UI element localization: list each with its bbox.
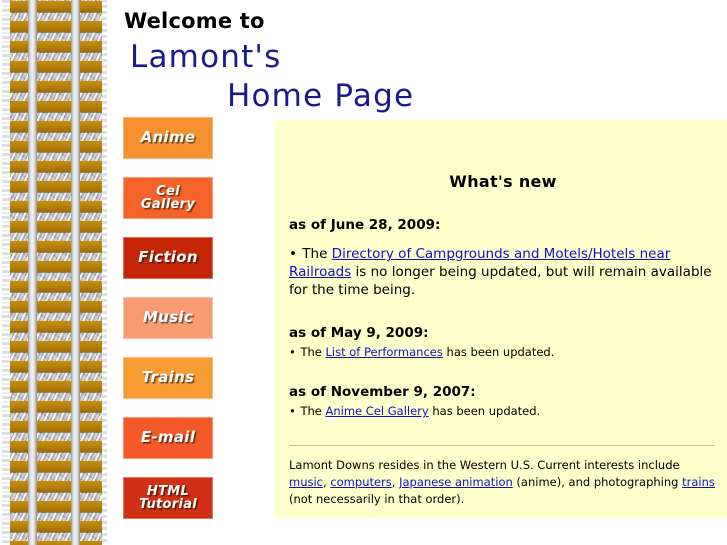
page-section-title: What's new — [449, 172, 557, 191]
bio-text-1: Lamont Downs resides in the Western U.S.… — [289, 458, 680, 473]
railroad-track-border — [0, 0, 107, 545]
track-tie — [9, 121, 103, 132]
track-tie — [9, 61, 103, 72]
nav-button-label: Fiction — [138, 248, 198, 267]
nav-button-label: Music — [142, 308, 194, 327]
track-tie — [9, 541, 103, 545]
bio-text-3: , — [391, 474, 400, 489]
link-japanese-animation[interactable]: Japanese animation — [399, 475, 513, 489]
nav-button-html-tutorial[interactable]: HTML Tutorial — [123, 477, 213, 519]
track-tie — [9, 141, 103, 152]
nav-button-anime[interactable]: Anime — [123, 117, 213, 159]
track-tie — [9, 1, 103, 12]
track-tie — [9, 521, 103, 532]
update-3-post-text: has been updated. — [428, 404, 541, 419]
track-tie — [9, 21, 103, 32]
update-item-2: • The List of Performances has been upda… — [289, 345, 717, 360]
update-date-1: as of June 28, 2009: — [289, 217, 441, 233]
link-list-of-performances[interactable]: List of Performances — [326, 345, 443, 359]
bullet-1: • — [289, 246, 303, 262]
nav-button-label: Anime — [140, 128, 196, 147]
sidebar-nav: Anime Cel Gallery Fiction Music Trains E-mail… — [123, 117, 215, 537]
page-header: Welcome to Lamont's Home Page — [122, 4, 582, 114]
update-date-3: as of November 9, 2007: — [289, 384, 476, 401]
content-panel: What's new as of June 28, 2009: • The Di… — [275, 120, 727, 518]
link-anime-cel-gallery[interactable]: Anime Cel Gallery — [326, 404, 429, 418]
track-tie — [9, 341, 103, 352]
update-1-pre-text: The — [302, 246, 332, 262]
track-tie — [9, 281, 103, 292]
bio-text-4: (anime), and photographing — [512, 474, 683, 489]
track-tie — [9, 201, 103, 212]
track-tie — [9, 421, 103, 432]
bullet-2: • — [289, 345, 301, 360]
track-tie — [9, 261, 103, 272]
ballast-edge-left — [0, 0, 10, 545]
update-1-post-text: is no longer being updated, but will rem… — [289, 263, 712, 298]
nav-button-trains[interactable]: Trains — [123, 357, 213, 399]
track-tie — [9, 41, 103, 52]
bio-text-5: (not necessarily in that order). — [289, 491, 465, 506]
update-date-2: as of May 9, 2009: — [289, 325, 429, 342]
nav-button-label: HTML Tutorial — [138, 483, 198, 512]
track-rail-right — [71, 0, 80, 545]
track-tie — [9, 361, 103, 372]
track-ties — [9, 0, 103, 545]
ballast-edge-right — [102, 0, 107, 545]
bio-paragraph: Lamont Downs resides in the Western U.S.… — [289, 457, 717, 507]
nav-button-label: Trains — [141, 368, 195, 387]
update-item-3: • The Anime Cel Gallery has been updated… — [289, 404, 717, 419]
track-tie — [9, 101, 103, 112]
track-tie — [9, 481, 103, 492]
track-tie — [9, 441, 103, 452]
track-rail-left — [28, 0, 37, 545]
nav-button-label: E-mail — [140, 428, 196, 447]
section-divider — [289, 445, 715, 447]
link-trains[interactable]: trains — [682, 475, 715, 489]
track-tie — [9, 501, 103, 512]
welcome-text: Welcome to — [124, 9, 265, 33]
track-tie — [9, 301, 103, 312]
page-title-line-2: Home Page — [227, 78, 415, 114]
track-tie — [9, 381, 103, 392]
update-item-1: • The Directory of Campgrounds and Motel… — [289, 246, 717, 299]
bullet-3: • — [289, 404, 301, 419]
track-tie — [9, 181, 103, 192]
link-computers[interactable]: computers — [330, 475, 391, 489]
track-tie — [9, 161, 103, 172]
track-tie — [9, 401, 103, 412]
page-title-line-1: Lamont's — [130, 39, 282, 75]
nav-button-cel-gallery[interactable]: Cel Gallery — [123, 177, 213, 219]
nav-button-fiction[interactable]: Fiction — [123, 237, 213, 279]
track-tie — [9, 81, 103, 92]
track-tie — [9, 321, 103, 332]
link-music[interactable]: music — [289, 475, 323, 489]
track-tie — [9, 241, 103, 252]
nav-button-music[interactable]: Music — [123, 297, 213, 339]
nav-button-e-mail[interactable]: E-mail — [123, 417, 213, 459]
update-3-pre-text: The — [300, 404, 326, 419]
track-tie — [9, 221, 103, 232]
track-tie — [9, 461, 103, 472]
update-2-post-text: has been updated. — [442, 345, 555, 360]
update-2-pre-text: The — [300, 345, 326, 360]
nav-button-label: Cel Gallery — [140, 183, 196, 212]
